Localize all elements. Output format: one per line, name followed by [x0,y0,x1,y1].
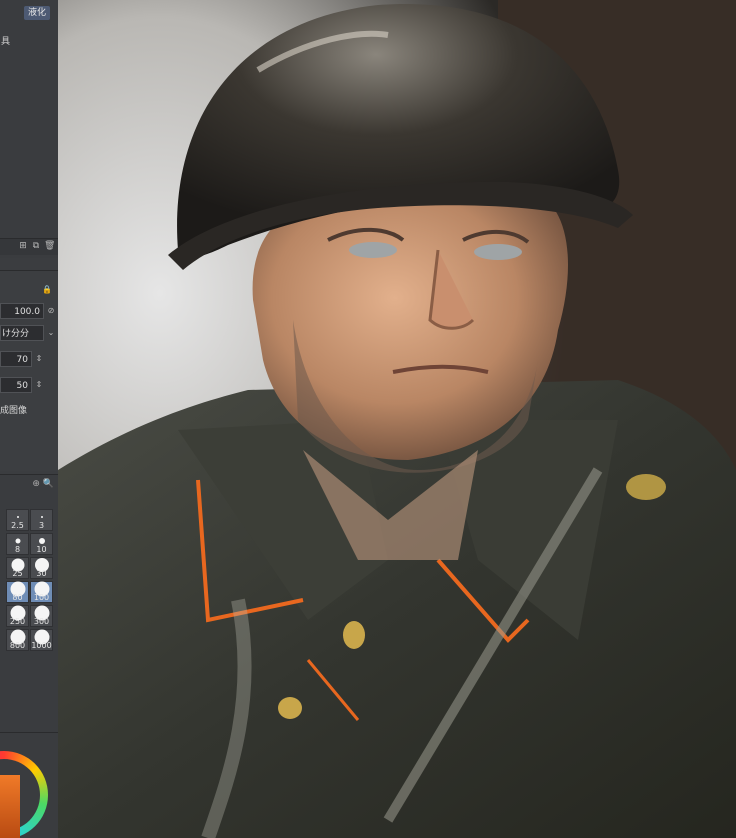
brush-size-label: 800 [9,641,26,650]
painting [58,0,736,838]
drawing-canvas[interactable] [58,0,736,838]
lock-icon[interactable]: 🔒 [42,285,52,294]
subtool-panel: 液化 具 ⊞ ⧉ 🗑 [0,0,58,258]
tool-property-panel: 🔒 100.0 ⊘ け分分 ⌄ 70 ⇕ 50 ⇕ 成图像 [0,270,58,471]
value-a-row: 70 ⇕ [0,351,58,369]
mode-select[interactable]: け分分 [0,325,44,341]
subtool-label: 具 [1,37,11,47]
brush-size-dot [16,516,19,518]
eye-right [474,244,522,260]
brush-size-label: 8 [14,545,21,554]
tool-sidebar: 液化 具 ⊞ ⧉ 🗑 🔒 100.0 ⊘ け分分 ⌄ 70 ⇕ 50 ⇕ 成图像… [0,0,59,838]
brush-size-cell[interactable]: 1000 [30,629,53,651]
app-window: 液化 具 ⊞ ⧉ 🗑 🔒 100.0 ⊘ け分分 ⌄ 70 ⇕ 50 ⇕ 成图像… [0,0,736,838]
brush-size-cell[interactable]: 250 [6,605,29,627]
brush-size-cell[interactable]: 30 [30,557,53,579]
tab-liquify[interactable]: 液化 [24,6,50,20]
brush-size-cell[interactable]: 8 [6,533,29,555]
brush-size-label: 1000 [31,641,52,650]
brush-size-label: 25 [12,569,23,578]
button [343,621,365,649]
stepper-icon[interactable]: ⇕ [34,378,44,392]
brush-size-label: 250 [9,617,26,626]
opacity-input[interactable]: 100.0 [0,303,44,319]
chevron-down-icon[interactable]: ⌄ [46,326,56,340]
brush-size-dot [40,516,43,518]
value-a-input[interactable]: 70 [0,351,32,367]
brush-size-dot [38,538,45,544]
brush-size-label: 10 [36,545,47,554]
mode-row: け分分 ⌄ [0,325,58,343]
brush-size-cell[interactable]: 100 [30,581,53,603]
brush-size-label: 300 [33,617,50,626]
brush-size-label: 2.5 [11,521,24,530]
option-label[interactable]: 成图像 [0,403,27,416]
shoulder-button [626,474,666,500]
value-b-input[interactable]: 50 [0,377,32,393]
subtool-toolbar: ⊞ ⧉ 🗑 [0,238,58,255]
value-b-row: 50 ⇕ [0,377,58,395]
brush-size-cell[interactable]: 10 [30,533,53,555]
reset-icon[interactable]: ⊘ [46,304,56,318]
brush-size-cell[interactable]: 300 [30,605,53,627]
button [278,697,302,719]
current-color-swatch[interactable] [0,775,20,838]
brush-size-cell[interactable]: 80 [6,581,29,603]
add-icon[interactable]: ⊞ [18,241,28,251]
brush-size-cell[interactable]: 800 [6,629,29,651]
brush-size-label: 3 [38,521,45,530]
brush-size-label: 100 [33,593,50,602]
brush-size-cell[interactable]: 25 [6,557,29,579]
brush-size-panel: ⊕ 🔍 2.5 3 8 10 25 30 80 100 250 300 800 1000 [0,474,58,733]
trash-icon[interactable]: 🗑 [44,241,55,251]
settings-icon[interactable]: ⊕ 🔍 [32,479,54,489]
stepper-icon[interactable]: ⇕ [34,352,44,366]
color-wheel-panel [0,732,58,838]
opacity-row: 100.0 ⊘ [0,303,58,321]
brush-size-dot [15,538,20,544]
brush-size-cell[interactable]: 3 [30,509,53,531]
eye-left [349,242,397,258]
brush-size-label: 80 [12,593,23,602]
duplicate-icon[interactable]: ⧉ [31,241,41,251]
brush-size-cell[interactable]: 2.5 [6,509,29,531]
brush-size-label: 30 [36,569,47,578]
